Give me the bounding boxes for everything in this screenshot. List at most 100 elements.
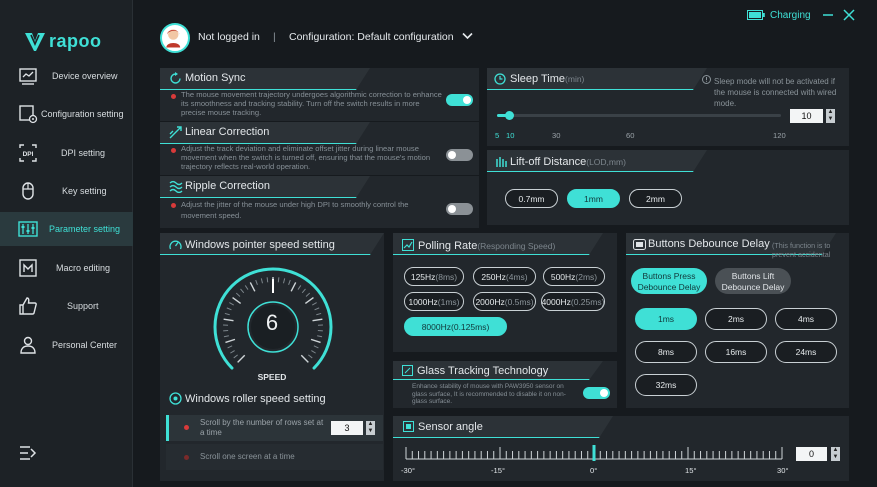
dial-tick xyxy=(288,279,291,285)
angle-label: -15° xyxy=(491,466,506,475)
polling-option-1000hz[interactable]: 1000Hz (1ms) xyxy=(404,292,464,311)
sidebar-item-configuration-setting[interactable]: Configuration setting xyxy=(0,97,133,131)
person-icon xyxy=(20,336,36,354)
minimize-icon[interactable] xyxy=(822,9,834,21)
angle-label: 0° xyxy=(590,466,598,475)
dial-tick xyxy=(283,278,286,284)
debounce-option-4ms[interactable]: 4ms xyxy=(775,308,837,330)
dial-tick xyxy=(223,335,229,338)
pointer-speed-value: 6 xyxy=(265,310,279,335)
dial-tick xyxy=(240,288,245,294)
dial-tick xyxy=(226,307,232,311)
roller-rows-input[interactable]: 3 xyxy=(331,421,363,435)
polling-option-125hz[interactable]: 125Hz (8ms) xyxy=(404,267,464,286)
sleep-time-stepper[interactable]: ▲ ▼ xyxy=(826,109,835,123)
dial-tick xyxy=(255,279,258,285)
sensor-angle-slider[interactable] xyxy=(404,445,784,463)
config-gear-icon xyxy=(19,105,38,124)
avatar[interactable] xyxy=(160,23,190,53)
debounce-option-16ms[interactable]: 16ms xyxy=(705,341,767,363)
sidebar-item-key-setting[interactable]: Key setting xyxy=(0,174,133,208)
debounce-option-32ms[interactable]: 32ms xyxy=(635,374,697,396)
sensor-angle-input[interactable]: 0 xyxy=(796,447,827,461)
dial-tick xyxy=(227,345,233,349)
dial-tick xyxy=(237,354,246,363)
dial-tick xyxy=(249,282,256,292)
sensor-angle-panel: Sensor angle 0 ▲ ▼ -30° -15° 0° 15° 30° xyxy=(393,416,849,481)
sensor-angle-stepper[interactable]: ▲ ▼ xyxy=(831,447,840,461)
roller-option-rows[interactable]: Scroll by the number of rows set at a ti… xyxy=(166,415,383,441)
debounce-option-2ms[interactable]: 2ms xyxy=(705,308,767,330)
sleep-time-slider-track[interactable] xyxy=(497,114,781,117)
polling-option-4000hz[interactable]: 4000Hz (0.25ms) xyxy=(541,292,605,311)
sleep-time-input[interactable]: 10 xyxy=(790,109,823,123)
lod-option-2mm[interactable]: 2mm xyxy=(629,189,682,208)
thumbs-up-icon xyxy=(19,297,37,315)
sidebar-item-label: Parameter setting xyxy=(49,224,121,234)
speed-label: SPEED xyxy=(257,372,287,382)
tab-lift-debounce[interactable]: Buttons Lift Debounce Delay xyxy=(715,268,791,294)
polling-option-2000hz[interactable]: 2000Hz (0.5ms) xyxy=(473,292,536,311)
tab-press-debounce[interactable]: Buttons Press Debounce Delay xyxy=(631,268,707,294)
dial-tick xyxy=(301,288,306,294)
pointer-speed-title: Windows pointer speed setting xyxy=(185,239,335,251)
expand-menu-icon[interactable] xyxy=(19,445,37,461)
lod-option-1mm[interactable]: 1mm xyxy=(567,189,620,208)
debounce-option-1ms[interactable]: 1ms xyxy=(635,308,697,330)
debounce-option-8ms[interactable]: 8ms xyxy=(635,341,697,363)
roller-option-screen[interactable]: Scroll one screen at a time xyxy=(166,444,383,470)
polling-option-8000hz[interactable]: 8000Hz (0.125ms) xyxy=(404,317,507,336)
polling-rate-panel: Polling Rate(Responding Speed) 125Hz (8ms… xyxy=(393,233,617,352)
angle-label: 15° xyxy=(685,466,697,475)
polling-option-500hz[interactable]: 500Hz (2ms) xyxy=(543,267,605,286)
sidebar-item-label: Macro editing xyxy=(56,263,111,273)
angle-marker[interactable] xyxy=(592,445,596,461)
tick-label: 120 xyxy=(773,131,786,140)
sidebar-item-support[interactable]: Support xyxy=(0,289,133,323)
dial-tick xyxy=(266,277,269,283)
rapoo-logo-icon xyxy=(25,32,45,51)
roller-rows-stepper[interactable]: ▲ ▼ xyxy=(366,421,375,435)
dial-tick xyxy=(260,278,263,284)
configuration-select[interactable]: Configuration: Default configuration xyxy=(289,31,454,43)
sidebar-item-label: Support xyxy=(67,301,99,311)
debounce-sub: (This function is to prevent accidental … xyxy=(772,242,831,259)
dial-tick xyxy=(311,350,316,354)
info-icon xyxy=(702,75,711,84)
bullet-dot xyxy=(171,148,176,153)
sidebar-item-label: Configuration setting xyxy=(41,109,124,119)
roller-option-screen-label: Scroll one screen at a time xyxy=(200,452,295,461)
dial-tick xyxy=(229,302,234,306)
dial-tick xyxy=(317,335,323,338)
polling-rate-icon xyxy=(402,239,414,251)
linear-correction-toggle[interactable] xyxy=(446,149,473,161)
sidebar-item-dpi-setting[interactable]: DPI DPI setting xyxy=(0,136,133,170)
polling-rate-title: Polling Rate(Responding Speed) xyxy=(418,240,556,252)
chevron-down-icon[interactable] xyxy=(462,32,473,40)
motion-sync-toggle[interactable] xyxy=(446,94,473,106)
ripple-correction-title: Ripple Correction xyxy=(185,180,270,192)
close-icon[interactable] xyxy=(843,9,855,21)
clock-icon xyxy=(494,73,506,85)
polling-option-250hz[interactable]: 250Hz (4ms) xyxy=(473,267,536,286)
sensor-angle-title: Sensor angle xyxy=(418,421,483,433)
dial-tick xyxy=(224,312,230,316)
motion-sync-title: Motion Sync xyxy=(185,72,246,84)
dial-tick xyxy=(310,338,321,344)
debounce-icon xyxy=(633,239,646,250)
sidebar-item-personal-center[interactable]: Personal Center xyxy=(0,328,133,362)
sidebar-item-macro-editing[interactable]: Macro editing xyxy=(0,251,133,285)
lod-option-0-7mm[interactable]: 0.7mm xyxy=(505,189,558,208)
login-status[interactable]: Not logged in xyxy=(198,31,260,43)
glass-tracking-toggle[interactable] xyxy=(583,387,610,399)
charging-status: Charging xyxy=(770,10,811,21)
dial-tick xyxy=(223,318,234,322)
dpi-icon: DPI xyxy=(19,144,37,162)
sleep-time-slider-thumb[interactable] xyxy=(505,111,515,120)
tick-label: 30 xyxy=(552,131,561,140)
sidebar-item-device-overview[interactable]: Device overview xyxy=(0,59,133,93)
dial-tick xyxy=(232,297,242,305)
sidebar-item-parameter-setting[interactable]: Parameter setting xyxy=(0,212,133,246)
ripple-correction-toggle[interactable] xyxy=(446,203,473,215)
debounce-option-24ms[interactable]: 24ms xyxy=(775,341,837,363)
